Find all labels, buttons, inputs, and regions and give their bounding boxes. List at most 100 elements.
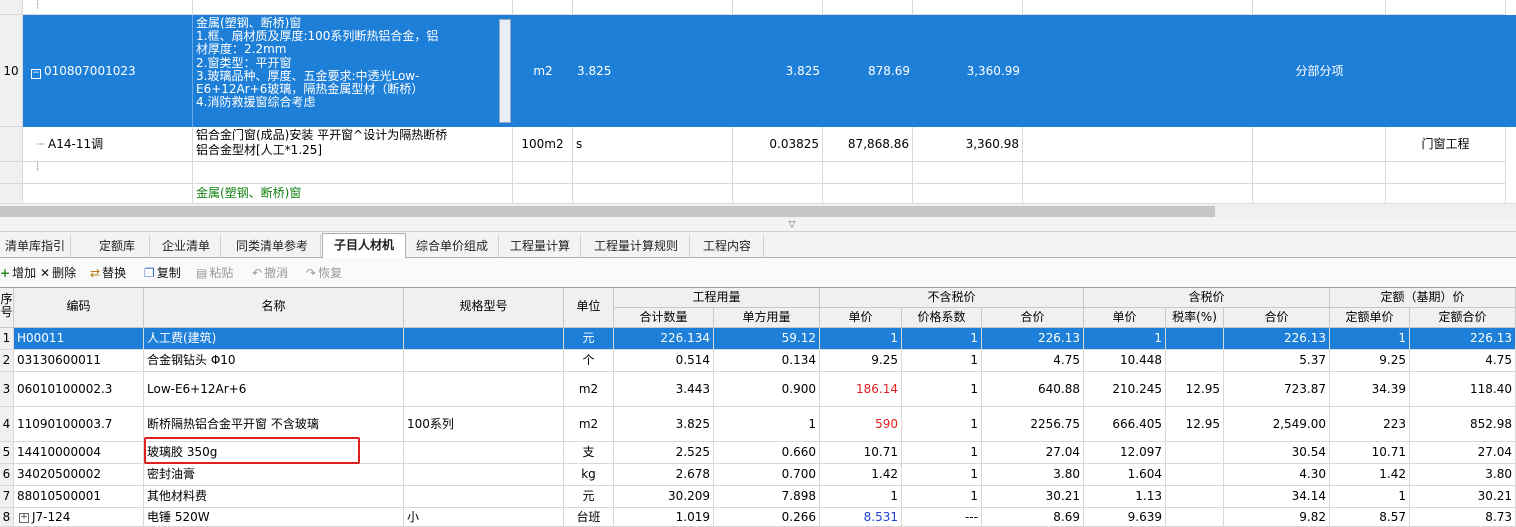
splitter-arrow-icon[interactable]: ▽ [780, 220, 804, 230]
tab-bill-library-guide[interactable]: 清单库指引 [0, 235, 71, 257]
cell-unit[interactable]: 元 [564, 328, 614, 350]
cell-unit[interactable]: 个 [564, 350, 614, 372]
cell-sum[interactable]: 27.04 [982, 442, 1084, 464]
cell-quota-price[interactable]: 223 [1330, 407, 1410, 442]
cell-tax-price[interactable]: 1 [1084, 328, 1166, 350]
next-item-name[interactable]: 金属(塑钢、断桥)窗 [193, 184, 513, 203]
header-unit-qty[interactable]: 单方用量 [714, 308, 820, 328]
ellipsis-icon[interactable]: ... [500, 66, 513, 77]
cell-quota-sum[interactable]: 8.73 [1410, 508, 1516, 527]
expand-icon[interactable]: + [19, 513, 29, 523]
cell-unit[interactable]: m2 [564, 372, 614, 407]
cell-price[interactable]: 590 [820, 407, 902, 442]
cell-price-factor[interactable]: 1 [902, 407, 982, 442]
cell-total-qty[interactable]: 3.825 [614, 407, 714, 442]
cell-quota-sum[interactable]: 852.98 [1410, 407, 1516, 442]
tab-quantity-rules[interactable]: 工程量计算规则 [583, 235, 690, 257]
cell-tax-sum[interactable]: 9.82 [1224, 508, 1330, 527]
cell-tax-rate[interactable] [1166, 464, 1224, 486]
tab-similar-bill-reference[interactable]: 同类清单参考 [224, 235, 321, 257]
collapse-icon[interactable]: − [31, 69, 41, 79]
cell-tax-price[interactable]: 210.245 [1084, 372, 1166, 407]
cell-unit-qty[interactable]: 0.134 [714, 350, 820, 372]
cell-sum[interactable]: 30.21 [982, 486, 1084, 508]
cell-spec[interactable] [404, 486, 564, 508]
header-tax-sum[interactable]: 合价 [1224, 308, 1330, 328]
tab-composite-unit-price[interactable]: 综合单价组成 [406, 235, 499, 257]
sub-unit-price[interactable]: 87,868.86 [823, 127, 913, 162]
horizontal-scrollbar[interactable] [0, 203, 1516, 218]
cell-unit-qty[interactable]: 0.900 [714, 372, 820, 407]
cell-price-factor[interactable]: --- [902, 508, 982, 527]
cell-spec[interactable]: 小 [404, 508, 564, 527]
tab-enterprise-bill[interactable]: 企业清单 [152, 235, 221, 257]
cell-spec[interactable]: 100系列 [404, 407, 564, 442]
item-qty[interactable]: 3.825 [733, 15, 823, 127]
cell-tax-sum[interactable]: 2,549.00 [1224, 407, 1330, 442]
cell-tax-rate[interactable]: 12.95 [1166, 407, 1224, 442]
cell-quota-sum[interactable]: 3.80 [1410, 464, 1516, 486]
cell-price-factor[interactable]: 1 [902, 442, 982, 464]
cell-code[interactable]: 88010500001 [14, 486, 144, 508]
cell-total-qty[interactable]: 1.019 [614, 508, 714, 527]
header-spec[interactable]: 规格型号 [404, 288, 564, 328]
cell-quota-price[interactable]: 8.57 [1330, 508, 1410, 527]
tab-work-content[interactable]: 工程内容 [691, 235, 764, 257]
cell-tax-sum[interactable]: 5.37 [1224, 350, 1330, 372]
item-qty-expr[interactable]: 3.825 [573, 15, 733, 127]
cell-sum[interactable]: 226.13 [982, 328, 1084, 350]
cell-unit-qty[interactable]: 0.266 [714, 508, 820, 527]
cell-name[interactable]: 其他材料费 [144, 486, 404, 508]
cell-price[interactable]: 9.25 [820, 350, 902, 372]
cell-unit-qty[interactable]: 0.700 [714, 464, 820, 486]
sub-category[interactable]: 门窗工程 [1386, 127, 1506, 162]
cell-spec[interactable] [404, 464, 564, 486]
cell-tax-price[interactable]: 12.097 [1084, 442, 1166, 464]
item-code-cell[interactable]: −010807001023 [23, 15, 193, 127]
cell-price-factor[interactable]: 1 [902, 350, 982, 372]
cell-sum[interactable]: 3.80 [982, 464, 1084, 486]
cell-sum[interactable]: 8.69 [982, 508, 1084, 527]
cell-quota-sum[interactable]: 30.21 [1410, 486, 1516, 508]
cell-tax-sum[interactable]: 226.13 [1224, 328, 1330, 350]
cell-tax-rate[interactable] [1166, 328, 1224, 350]
cell-unit[interactable]: kg [564, 464, 614, 486]
cell-quota-price[interactable]: 9.25 [1330, 350, 1410, 372]
cell-tax-rate[interactable] [1166, 486, 1224, 508]
cell-total-qty[interactable]: 2.678 [614, 464, 714, 486]
cell-unit-qty[interactable]: 0.660 [714, 442, 820, 464]
cell-tax-price[interactable]: 9.639 [1084, 508, 1166, 527]
cell-price[interactable]: 1.42 [820, 464, 902, 486]
cell-unit[interactable]: m2 [564, 407, 614, 442]
cell-code[interactable]: 03130600011 [14, 350, 144, 372]
tab-labor-material-machine[interactable]: 子目人材机 [322, 233, 406, 258]
sub-name-cell[interactable]: 铝合金门窗(成品)安装 平开窗^设计为隔热断桥 铝合金型材[人工*1.25] [193, 127, 513, 162]
cell-code[interactable]: 14410000004 [14, 442, 144, 464]
header-price[interactable]: 单价 [820, 308, 902, 328]
cell-quota-price[interactable]: 1.42 [1330, 464, 1410, 486]
cell-tax-price[interactable]: 1.13 [1084, 486, 1166, 508]
paste-button[interactable]: ▤ 粘贴 [196, 263, 233, 283]
header-quota-price[interactable]: 定额单价 [1330, 308, 1410, 328]
cell-unit-qty[interactable]: 7.898 [714, 486, 820, 508]
cell-code[interactable]: J7-124 [14, 508, 144, 527]
cell-tax-rate[interactable] [1166, 508, 1224, 527]
header-code[interactable]: 编码 [14, 288, 144, 328]
sub-qty[interactable]: 0.03825 [733, 127, 823, 162]
cell-code[interactable]: 06010100002.3 [14, 372, 144, 407]
cell-price-factor[interactable]: 1 [902, 372, 982, 407]
header-sum[interactable]: 合价 [982, 308, 1084, 328]
cell-name[interactable]: 电锤 520W [144, 508, 404, 527]
cell-quota-sum[interactable]: 226.13 [1410, 328, 1516, 350]
cell-price[interactable]: 186.14 [820, 372, 902, 407]
cell-unit-qty[interactable]: 1 [714, 407, 820, 442]
cell-total-qty[interactable]: 30.209 [614, 486, 714, 508]
item-name-cell[interactable]: 金属(塑钢、断桥)窗 1.框、扇材质及厚度:100系列断热铝合金，铝 材厚度：2… [193, 15, 499, 127]
header-quota-sum[interactable]: 定额合价 [1410, 308, 1516, 328]
cell-quota-sum[interactable]: 27.04 [1410, 442, 1516, 464]
header-tax-price[interactable]: 单价 [1084, 308, 1166, 328]
cell-tax-sum[interactable]: 723.87 [1224, 372, 1330, 407]
cell-price-factor[interactable]: 1 [902, 464, 982, 486]
cell-spec[interactable] [404, 328, 564, 350]
cell-price[interactable]: 8.531 [820, 508, 902, 527]
